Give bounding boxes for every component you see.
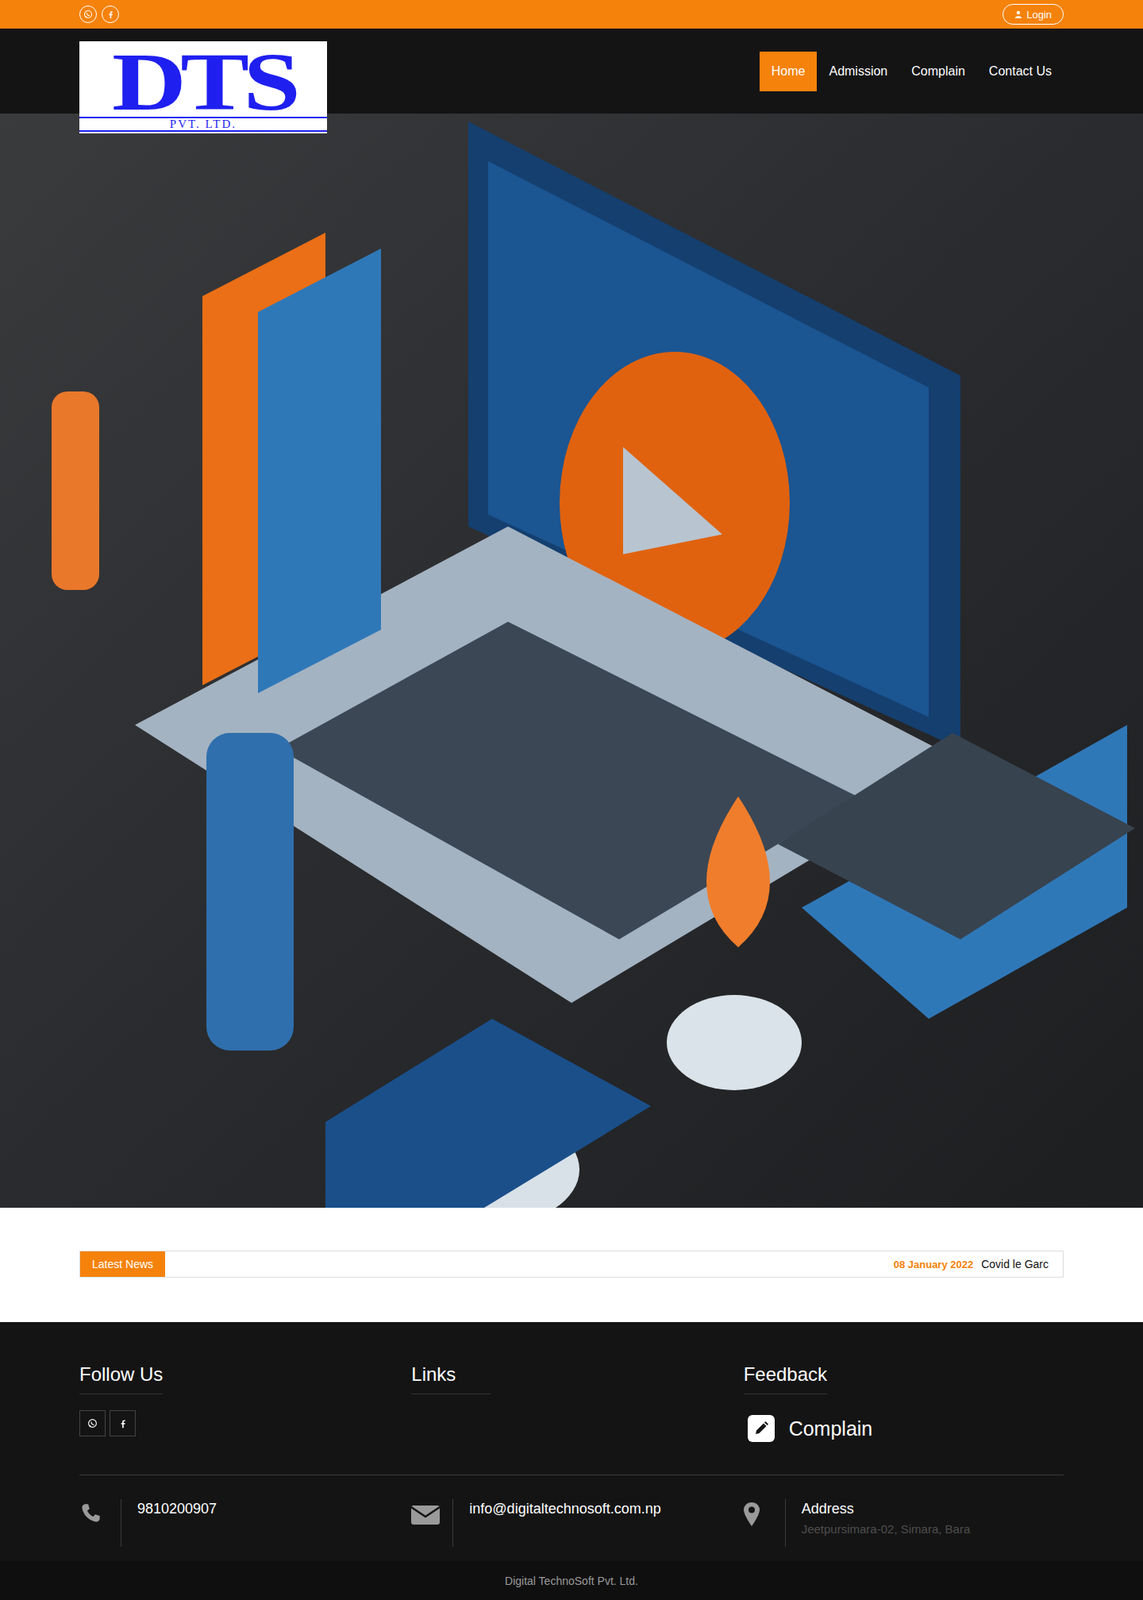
- feedback-title: Feedback: [743, 1362, 828, 1394]
- main-nav: HomeAdmissionComplainContact Us: [759, 51, 1064, 92]
- links-column: Links: [411, 1362, 732, 1474]
- contact-item: 9810200907: [79, 1498, 400, 1547]
- copyright: Digital TechnoSoft Pvt. Ltd.: [0, 1560, 1143, 1600]
- login-button[interactable]: Login: [1002, 3, 1064, 25]
- logo[interactable]: DTSPVT. LTD.: [79, 41, 328, 134]
- follow-column: Follow Us: [79, 1362, 400, 1474]
- hero-image: [0, 113, 1143, 1208]
- user-icon: [1014, 10, 1023, 19]
- nav-item[interactable]: Admission: [816, 51, 900, 92]
- map-pin-icon: [743, 1501, 760, 1526]
- contact-row: 9810200907info@digitaltechnosoft.com.npA…: [79, 1473, 1064, 1561]
- contact-item: info@digitaltechnosoft.com.np: [411, 1498, 732, 1547]
- feedback-column: Feedback Complain: [743, 1362, 1064, 1474]
- edit-icon: [747, 1414, 775, 1442]
- top-bar: Login: [0, 0, 1143, 29]
- news-ticker: Latest News 08 January 2022Covid le Garc: [79, 1250, 1064, 1278]
- footer: Follow Us Links Feedback Complain 9810200907…: [0, 1321, 1143, 1600]
- nav-item[interactable]: Contact Us: [977, 51, 1064, 92]
- links-title: Links: [411, 1362, 491, 1394]
- whatsapp-icon[interactable]: [79, 5, 97, 24]
- phone-icon: [79, 1501, 102, 1524]
- complain-link[interactable]: Complain: [747, 1414, 1064, 1442]
- nav-item[interactable]: Complain: [899, 51, 978, 92]
- header: DTSPVT. LTD.HomeAdmissionComplainContact…: [0, 28, 1143, 114]
- follow-title: Follow Us: [79, 1362, 163, 1394]
- news-label: Latest News: [80, 1250, 166, 1277]
- facebook-icon[interactable]: [101, 5, 120, 24]
- facebook-icon[interactable]: [109, 1409, 136, 1436]
- whatsapp-icon[interactable]: [79, 1409, 106, 1436]
- contact-item: AddressJeetpursimara-02, Simara, Bara: [743, 1498, 1064, 1547]
- envelope-icon: [411, 1501, 440, 1524]
- nav-item[interactable]: Home: [759, 51, 818, 92]
- news-section: Latest News 08 January 2022Covid le Garc: [0, 1207, 1143, 1322]
- page: LoginDTSPVT. LTD.HomeAdmissionComplainCo…: [0, 0, 1143, 1600]
- news-item[interactable]: 08 January 2022Covid le Garc: [893, 1257, 1049, 1270]
